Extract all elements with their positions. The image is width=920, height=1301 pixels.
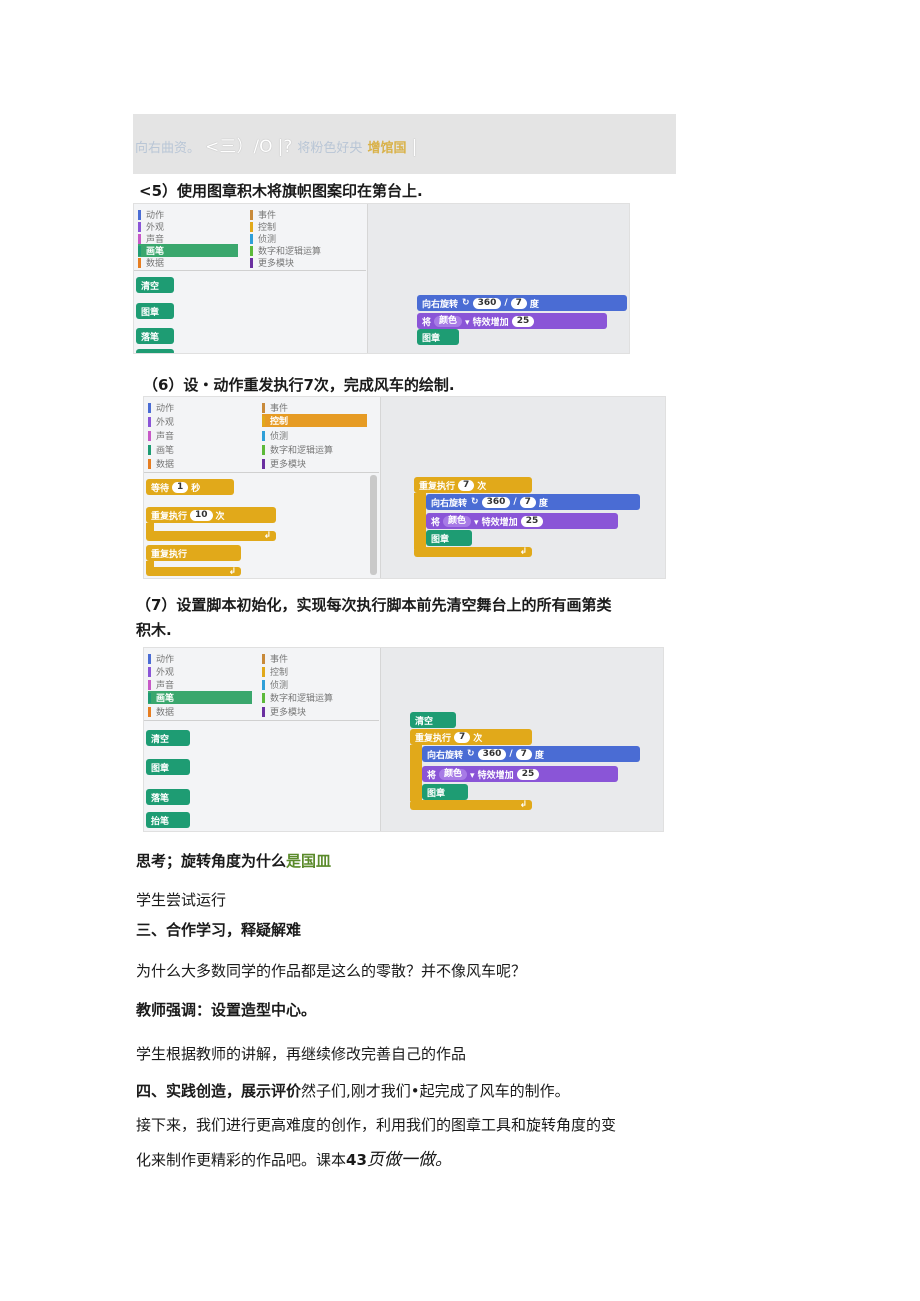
turn-right-block[interactable]: 向右旋转 ↻ 360/7 度 (417, 295, 627, 311)
category-operators[interactable]: 数字和逻辑运算 (262, 691, 333, 704)
top-banner: 向右曲资。 <三）/O |? 将粉色好央 增馆国 | (133, 114, 676, 174)
student-modify-text: 学生根据教师的讲解，再继续修改完善自己的作品 (136, 1045, 467, 1063)
palette-divider (144, 472, 379, 473)
forever-end: ↲ (146, 567, 241, 577)
rotate-right-icon: ↻ (462, 298, 470, 308)
palette-pen-down-block[interactable]: 落笔 (146, 789, 190, 805)
repeat-7-c-arm (410, 745, 422, 801)
rotate-right-icon: ↻ (467, 749, 475, 759)
section-3-heading: 三、合作学习，释疑解难 (136, 921, 302, 939)
step7-label-line2: 积木. (136, 621, 172, 639)
category-looks[interactable]: 外观 (148, 415, 174, 428)
palette-forever-block[interactable]: 重复执行 (146, 545, 241, 561)
category-sound[interactable]: 声音 (148, 678, 174, 691)
scratch-panel-step5: 动作 外观 声音 画笔 数据 事件 控制 侦测 数字和逻辑运算 更多模块 清空 … (133, 203, 630, 354)
palette-stamp-block[interactable]: 图章 (146, 759, 190, 775)
category-more[interactable]: 更多模块 (250, 256, 294, 269)
next-task-line1: 接下来，我们进行更高难度的创作，利用我们的图章工具和旋转角度的变 (136, 1116, 617, 1134)
stamp-block[interactable]: 图章 (417, 329, 459, 345)
category-motion[interactable]: 动作 (148, 652, 174, 665)
question-text: 为什么大多数同学的作品都是这么的零散？并不像风车呢？ (136, 962, 527, 980)
turn-right-block[interactable]: 向右旋转 ↻ 360/7 度 (422, 746, 640, 762)
wait-block[interactable]: 等待 1 秒 (146, 479, 234, 495)
scratch-panel-step7: 动作 外观 声音 画笔 数据 事件 控制 侦测 数字和逻辑运算 更多模块 清空 … (143, 647, 664, 832)
step6-label: （6）设・动作重发执行7次，完成风车的绘制. (143, 376, 455, 394)
category-pen[interactable]: 画笔 (148, 691, 252, 704)
palette-clear-block[interactable]: 清空 (146, 730, 190, 746)
rotate-right-icon: ↻ (471, 497, 479, 507)
palette-stamp-block[interactable]: 图章 (136, 303, 174, 319)
script-area (367, 204, 629, 353)
palette-pen-up-block[interactable]: 抬笔 (146, 812, 190, 828)
category-sensing[interactable]: 侦测 (262, 429, 288, 442)
category-events[interactable]: 事件 (262, 652, 288, 665)
palette-pen-down-block[interactable]: 落笔 (136, 328, 174, 344)
category-data[interactable]: 数据 (148, 705, 174, 718)
repeat-end: ↲ (146, 531, 276, 541)
repeat-7-end: ↲ (414, 547, 532, 557)
category-sensing[interactable]: 侦测 (262, 678, 288, 691)
think-line: 思考；旋转角度为什么是国皿 (136, 852, 332, 870)
section-4-line: 四、实践创造，展示评价然子们,刚才我们•起完成了风车的制作。 (136, 1082, 570, 1100)
stamp-block[interactable]: 图章 (422, 784, 468, 800)
category-pen[interactable]: 画笔 (148, 443, 174, 456)
category-motion[interactable]: 动作 (148, 401, 174, 414)
next-task-line2: 化来制作更精彩的作品吧。课本43页做一做。 (136, 1150, 452, 1170)
category-operators[interactable]: 数字和逻辑运算 (262, 443, 333, 456)
repeat-7-block[interactable]: 重复执行 7 次 (410, 729, 532, 745)
change-effect-block[interactable]: 将颜色 ▾ 特效增加 25 (422, 766, 618, 782)
category-events[interactable]: 事件 (262, 401, 288, 414)
palette-scrollbar[interactable] (370, 475, 377, 575)
teacher-emphasis: 教师强调：设置造型中心。 (136, 1001, 317, 1019)
step7-label-line1: （7）设置脚本初始化，实现每次执行脚本前先清空舞台上的所有画第类 (136, 596, 612, 614)
category-more[interactable]: 更多模块 (262, 457, 306, 470)
banner-text: 向右曲资。 <三）/O |? 将粉色好央 增馆国 | (135, 137, 418, 157)
stamp-block[interactable]: 图章 (426, 530, 472, 546)
category-more[interactable]: 更多模块 (262, 705, 306, 718)
clear-block[interactable]: 清空 (410, 712, 456, 728)
repeat-7-c-arm (414, 493, 426, 549)
palette-repeat-block[interactable]: 重复执行 10 次 (146, 507, 276, 523)
palette-partial-block[interactable] (136, 349, 174, 353)
category-control[interactable]: 控制 (262, 414, 367, 427)
category-data[interactable]: 数据 (138, 256, 164, 269)
turn-right-block[interactable]: 向右旋转 ↻ 360/7 度 (426, 494, 640, 510)
repeat-7-end: ↲ (410, 800, 532, 810)
category-sound[interactable]: 声音 (148, 429, 174, 442)
scratch-panel-step6: 动作 外观 声音 画笔 数据 事件 控制 侦测 数字和逻辑运算 更多模块 等待 1… (143, 396, 666, 579)
step5-label: <5）使用图章积木将旗帜图案印在第台上. (139, 182, 423, 200)
repeat-7-block[interactable]: 重复执行 7 次 (414, 477, 532, 493)
palette-divider (134, 270, 366, 271)
student-try-text: 学生尝试运行 (136, 891, 227, 909)
palette-clear-block[interactable]: 清空 (136, 277, 174, 293)
change-effect-block[interactable]: 将颜色 ▾ 特效增加 25 (426, 513, 618, 529)
category-control[interactable]: 控制 (262, 665, 288, 678)
change-effect-block[interactable]: 将颜色 ▾ 特效增加 25 (417, 313, 607, 329)
category-data[interactable]: 数据 (148, 457, 174, 470)
palette-divider (144, 720, 379, 721)
category-looks[interactable]: 外观 (148, 665, 174, 678)
